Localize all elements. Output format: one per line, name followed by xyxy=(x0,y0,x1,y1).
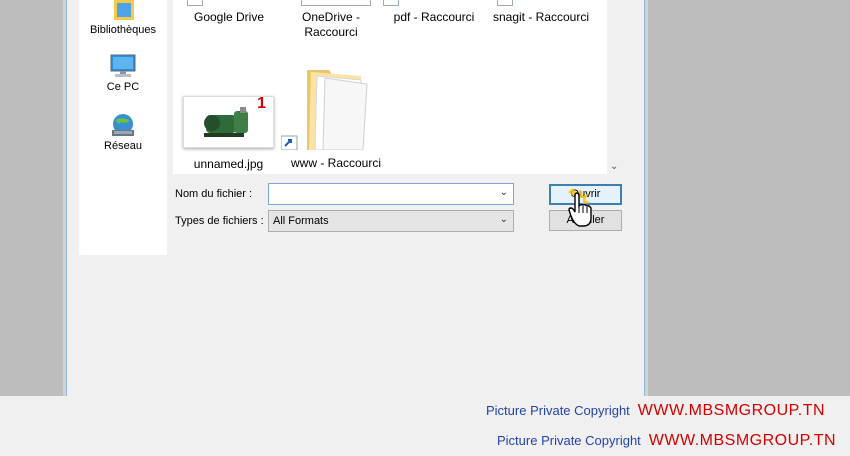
copyright-text: Picture Private Copyright xyxy=(497,433,641,448)
nav-label: Bibliothèques xyxy=(89,24,157,36)
network-icon xyxy=(108,112,138,138)
nav-item-this-pc[interactable]: Ce PC xyxy=(79,53,167,93)
chevron-down-icon[interactable]: ⌄ xyxy=(500,187,508,198)
file-name: OneDrive - Raccourci xyxy=(301,10,360,39)
open-file-dialog: Bibliothèques Ce PC Réseau Google Drive … xyxy=(63,0,648,396)
libraries-icon xyxy=(108,0,138,22)
vertical-scrollbar[interactable]: ⌄ xyxy=(607,0,622,174)
computer-icon xyxy=(108,53,138,79)
list-item[interactable]: OneDrive - Raccourci xyxy=(281,0,381,40)
nav-item-libraries[interactable]: Bibliothèques xyxy=(79,0,167,36)
list-item[interactable]: www - Raccourci xyxy=(280,66,391,171)
filename-input[interactable]: ⌄ xyxy=(268,183,514,205)
folder-icon xyxy=(187,0,203,6)
filetype-value: All Formats xyxy=(273,215,329,227)
shortcut-icon xyxy=(383,0,399,6)
list-item[interactable]: 1 unnamed.jpg xyxy=(181,96,276,172)
file-list: Google Drive OneDrive - Raccourci pdf - … xyxy=(173,0,622,174)
file-name: Google Drive xyxy=(193,10,265,24)
chevron-down-icon: ⌄ xyxy=(499,214,508,225)
hand-cursor-icon xyxy=(565,186,595,230)
filetype-label: Types de fichiers : xyxy=(175,215,264,227)
nav-label: Réseau xyxy=(104,140,142,152)
file-name: www - Raccourci xyxy=(290,156,381,170)
filename-label: Nom du fichier : xyxy=(175,188,253,200)
watermark-footer: Picture Private Copyright WWW.MBSMGROUP.T… xyxy=(0,396,850,456)
list-item[interactable]: Google Drive xyxy=(179,0,279,25)
copyright-line: Picture Private Copyright WWW.MBSMGROUP.T… xyxy=(486,402,825,420)
navigation-pane: Bibliothèques Ce PC Réseau xyxy=(79,0,167,255)
copyright-line: Picture Private Copyright WWW.MBSMGROUP.T… xyxy=(497,432,836,450)
file-name: snagit - Raccourci xyxy=(492,10,590,24)
website-text: WWW.MBSMGROUP.TN xyxy=(648,432,837,449)
image-thumbnail: 1 xyxy=(183,96,274,148)
copyright-text: Picture Private Copyright xyxy=(486,403,630,418)
shortcut-icon xyxy=(497,0,513,6)
website-text: WWW.MBSMGROUP.TN xyxy=(637,402,826,419)
notification-badge: 1 xyxy=(257,95,266,112)
nav-item-network[interactable]: Réseau xyxy=(79,112,167,152)
filetype-select[interactable]: All Formats ⌄ xyxy=(268,210,514,232)
scroll-down-icon[interactable]: ⌄ xyxy=(610,161,618,172)
shortcut-icon xyxy=(301,0,371,6)
folder-icon xyxy=(280,66,391,151)
list-item[interactable]: pdf - Raccourci xyxy=(379,0,489,25)
file-name: unnamed.jpg xyxy=(193,157,264,171)
nav-label: Ce PC xyxy=(106,81,140,93)
file-name: pdf - Raccourci xyxy=(393,10,475,24)
list-item[interactable]: snagit - Raccourci xyxy=(481,0,601,25)
